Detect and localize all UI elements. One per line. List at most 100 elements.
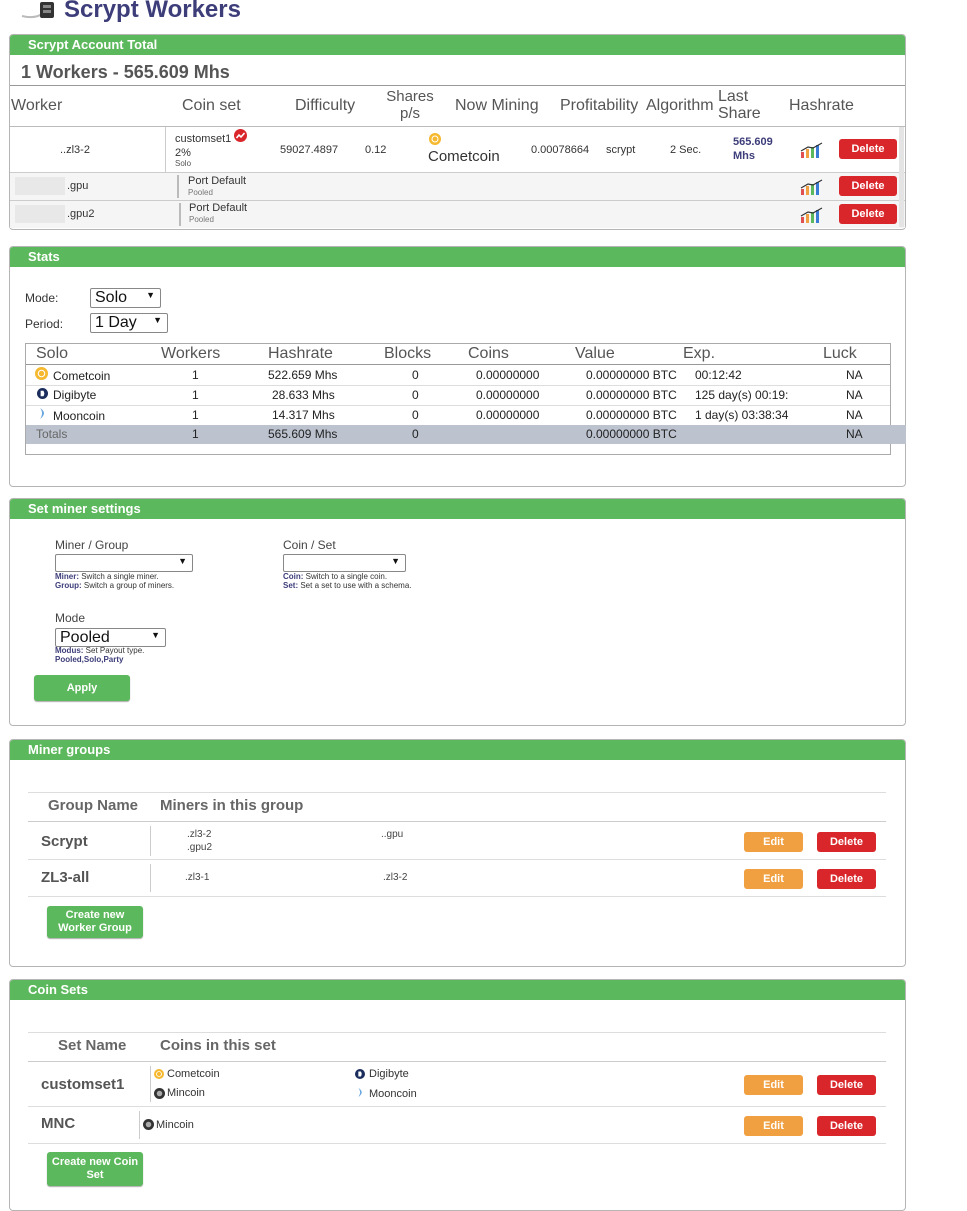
worker-difficulty: 59027.4897 bbox=[280, 144, 339, 156]
worker-shares: 0.12 bbox=[365, 144, 387, 156]
page-title: Scrypt Workers bbox=[20, 0, 241, 24]
mooncoin-icon bbox=[358, 1088, 362, 1097]
delete-worker-button[interactable]: Delete bbox=[839, 139, 897, 159]
mincoin-icon bbox=[143, 1119, 154, 1130]
delete-group-button[interactable]: Delete bbox=[817, 832, 876, 852]
stats-period-label: Period: bbox=[25, 317, 64, 331]
col-difficulty: Difficulty bbox=[295, 97, 356, 114]
account-summary: 1 Workers - 565.609 Mhs bbox=[21, 62, 230, 82]
digibyte-icon bbox=[37, 388, 48, 399]
hashrate-chart-icon[interactable] bbox=[800, 207, 824, 223]
worker-now-mining: Cometcoin bbox=[428, 148, 500, 165]
edit-group-button[interactable]: Edit bbox=[744, 832, 803, 852]
col-hashrate: Hashrate bbox=[789, 97, 854, 114]
group-name: ZL3-all bbox=[41, 869, 90, 886]
delete-coinset-button[interactable]: Delete bbox=[817, 1116, 876, 1136]
miner-group-select[interactable]: ▼ bbox=[55, 554, 193, 572]
stats-mode-select[interactable]: Solo ▼ bbox=[90, 288, 161, 308]
delete-worker-button[interactable]: Delete bbox=[839, 176, 897, 196]
col-profitability: Profitability bbox=[560, 97, 639, 114]
hashrate-chart-icon[interactable] bbox=[800, 179, 824, 195]
coinsets-col-coins: Coins in this set bbox=[160, 1037, 276, 1054]
cometcoin-icon bbox=[35, 367, 48, 380]
mode-hint: Modus: Set Payout type. Pooled,Solo,Part… bbox=[55, 646, 145, 664]
worker-port-sub: Pooled bbox=[189, 215, 214, 224]
mode-label: Mode bbox=[55, 611, 86, 625]
coinsets-col-name: Set Name bbox=[58, 1037, 127, 1054]
miner-groups-panel: Miner groups Group Name Miners in this g… bbox=[9, 739, 906, 967]
worker-name: .gpu2 bbox=[67, 208, 95, 220]
digibyte-icon bbox=[355, 1069, 365, 1079]
worker-coinset-pct: 2% bbox=[175, 147, 191, 159]
coin-set-label: Coin / Set bbox=[283, 538, 336, 552]
apply-button[interactable]: Apply bbox=[34, 675, 130, 701]
stats-col-hashrate: Hashrate bbox=[268, 345, 333, 362]
table-row: Cometcoin 1 522.659 Mhs 0 0.00000000 0.0… bbox=[26, 365, 890, 385]
stats-col-blocks: Blocks bbox=[384, 345, 432, 362]
mode-select[interactable]: Pooled ▼ bbox=[55, 628, 166, 647]
table-row: .gpu2 Port Default Pooled Delete bbox=[10, 201, 905, 228]
stats-col-solo: Solo bbox=[36, 345, 69, 362]
stats-col-luck: Luck bbox=[823, 345, 857, 362]
table-row: ..zl3-2 customset1 2% Solo 59027.4897 0.… bbox=[10, 127, 905, 172]
table-row: Scrypt .zl3-2 .gpu2 ..gpu Edit Delete bbox=[28, 822, 886, 859]
page-title-text: Scrypt Workers bbox=[64, 0, 241, 23]
miner-groups-header: Miner groups bbox=[10, 740, 905, 760]
stats-totals-row: Totals 1 565.609 Mhs 0 0.00000000 BTC NA bbox=[26, 425, 906, 444]
col-now-mining: Now Mining bbox=[455, 97, 539, 114]
edit-group-button[interactable]: Edit bbox=[744, 869, 803, 889]
stats-col-coins: Coins bbox=[468, 345, 509, 362]
miner-hint: Miner: Switch a single miner. Group: Swi… bbox=[55, 572, 175, 590]
coin-sets-panel: Coin Sets Set Name Coins in this set cus… bbox=[9, 979, 906, 1211]
coin-set-select[interactable]: ▼ bbox=[283, 554, 406, 572]
edit-coinset-button[interactable]: Edit bbox=[744, 1075, 803, 1095]
worker-port: Port Default bbox=[188, 175, 247, 187]
coin-sets-header: Coin Sets bbox=[10, 980, 905, 1000]
create-worker-group-button[interactable]: Create new Worker Group bbox=[47, 906, 143, 938]
stats-col-value: Value bbox=[575, 345, 615, 362]
worker-hashrate-unit: Mhs bbox=[733, 150, 755, 162]
table-row: MNC Mincoin Edit Delete bbox=[28, 1107, 886, 1143]
scrypt-logo-icon bbox=[21, 2, 54, 19]
miner-group-label: Miner / Group bbox=[55, 538, 129, 552]
worker-coinset: customset1 bbox=[175, 128, 248, 145]
worker-port: Port Default bbox=[189, 202, 248, 214]
create-coin-set-button[interactable]: Create new Coin Set bbox=[47, 1152, 143, 1186]
account-total-panel: Scrypt Account Total 1 Workers - 565.609… bbox=[9, 34, 906, 230]
col-coinset: Coin set bbox=[182, 97, 241, 114]
coin-hint: Coin: Switch to a single coin. Set: Set … bbox=[283, 572, 412, 590]
stats-col-exp: Exp. bbox=[683, 345, 716, 362]
miner-settings-header: Set miner settings bbox=[10, 499, 905, 519]
table-row: customset1 Cometcoin Mincoin Digibyte Mo… bbox=[28, 1062, 886, 1106]
worker-port-sub: Pooled bbox=[188, 188, 213, 197]
worker-last-share: 2 Sec. bbox=[670, 144, 702, 156]
delete-worker-button[interactable]: Delete bbox=[839, 204, 897, 224]
col-algorithm: Algorithm bbox=[646, 97, 714, 114]
groups-col-miners: Miners in this group bbox=[160, 797, 304, 814]
group-name: Scrypt bbox=[41, 833, 88, 850]
stats-header: Stats bbox=[10, 247, 905, 267]
col-shares: Shares p/s bbox=[386, 88, 434, 122]
worker-algorithm: scrypt bbox=[606, 144, 636, 156]
col-last-share: Last Share bbox=[718, 88, 761, 122]
stats-period-select[interactable]: 1 Day ▼ bbox=[90, 313, 168, 333]
stats-table: Solo Workers Hashrate Blocks Coins Value… bbox=[25, 343, 906, 455]
worker-name: ..zl3-2 bbox=[60, 144, 90, 156]
delete-group-button[interactable]: Delete bbox=[817, 869, 876, 889]
account-total-header: Scrypt Account Total bbox=[10, 35, 905, 55]
mooncoin-icon bbox=[40, 408, 44, 419]
stats-mode-label: Mode: bbox=[25, 291, 59, 305]
mincoin-icon bbox=[154, 1088, 165, 1099]
table-row: Mooncoin 1 14.317 Mhs 0 0.00000000 0.000… bbox=[26, 405, 890, 425]
cometcoin-icon bbox=[429, 133, 441, 145]
edit-coinset-button[interactable]: Edit bbox=[744, 1116, 803, 1136]
worker-name: .gpu bbox=[67, 180, 89, 192]
table-scrollbar[interactable] bbox=[899, 127, 904, 227]
worker-profitability: 0.00078664 bbox=[531, 144, 590, 156]
worker-coinset-mode: Solo bbox=[175, 159, 192, 168]
groups-col-name: Group Name bbox=[48, 797, 139, 814]
delete-coinset-button[interactable]: Delete bbox=[817, 1075, 876, 1095]
hashrate-chart-icon[interactable] bbox=[800, 142, 824, 158]
stats-panel: Stats Mode: Solo ▼ Period: 1 Day ▼ Solo Wo… bbox=[9, 246, 906, 487]
coinset-name: MNC bbox=[41, 1115, 76, 1132]
